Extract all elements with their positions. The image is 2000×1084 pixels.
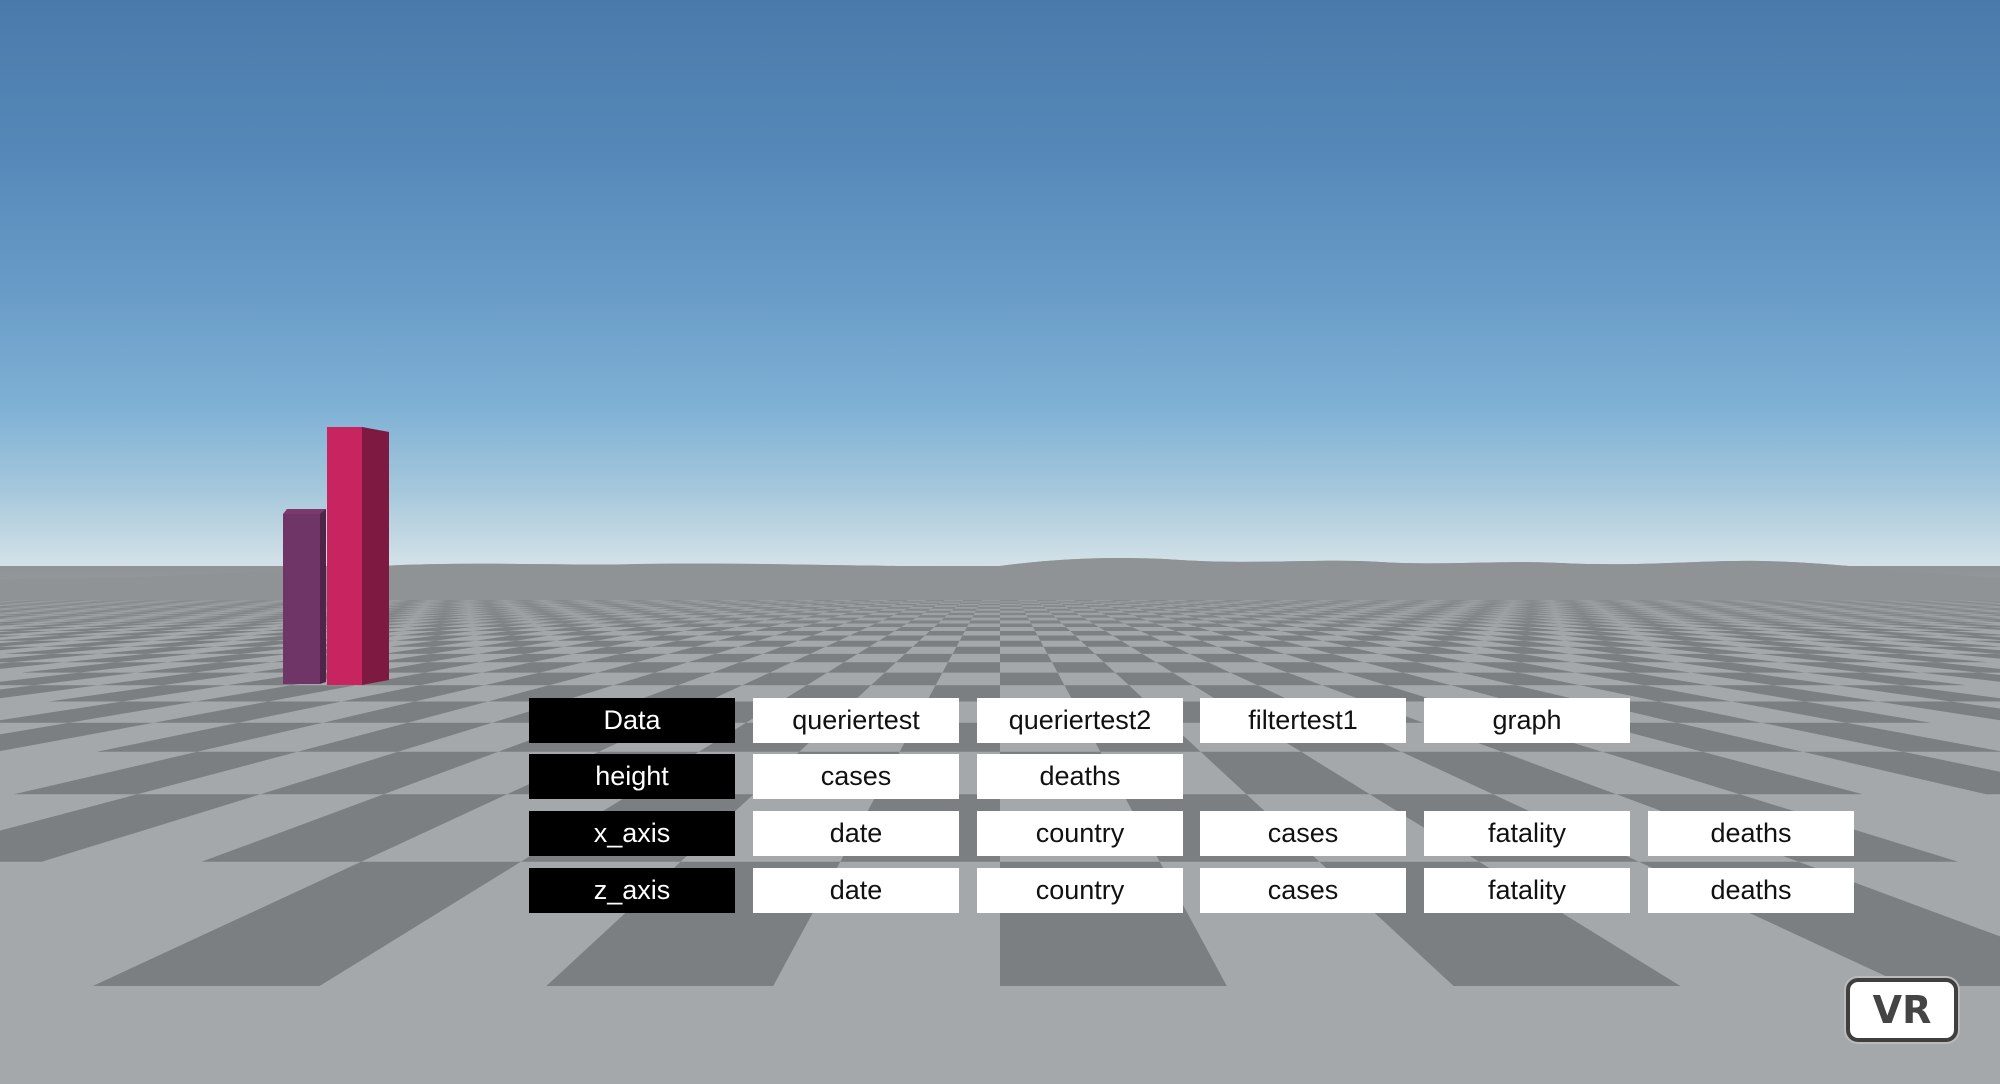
menu-option-button[interactable]: cases	[1200, 811, 1406, 856]
menu-option-button[interactable]: date	[753, 868, 959, 913]
menu-option-button[interactable]: graph	[1424, 698, 1630, 743]
vr-button[interactable]: VR	[1846, 978, 1958, 1042]
menu-option-button[interactable]: queriertest2	[977, 698, 1183, 743]
menu-option-button[interactable]: deaths	[1648, 868, 1854, 913]
menu-option-button[interactable]: fatality	[1424, 811, 1630, 856]
data-menu-panel: Data queriertest queriertest2 filtertest1 gr…	[0, 0, 2000, 1084]
vr-scene: Data queriertest queriertest2 filtertest1 gr…	[0, 0, 2000, 1084]
menu-row-label-x-axis: x_axis	[529, 811, 735, 856]
menu-option-button[interactable]: cases	[1200, 868, 1406, 913]
menu-option-button[interactable]: date	[753, 811, 959, 856]
menu-option-button[interactable]: cases	[753, 754, 959, 799]
menu-row-label-height: height	[529, 754, 735, 799]
menu-option-button[interactable]: filtertest1	[1200, 698, 1406, 743]
menu-option-button[interactable]: country	[977, 811, 1183, 856]
menu-option-button[interactable]: country	[977, 868, 1183, 913]
menu-row-label-z-axis: z_axis	[529, 868, 735, 913]
menu-option-button[interactable]: fatality	[1424, 868, 1630, 913]
menu-option-button[interactable]: queriertest	[753, 698, 959, 743]
menu-option-button[interactable]: deaths	[977, 754, 1183, 799]
menu-option-button[interactable]: deaths	[1648, 811, 1854, 856]
menu-row-label-data: Data	[529, 698, 735, 743]
